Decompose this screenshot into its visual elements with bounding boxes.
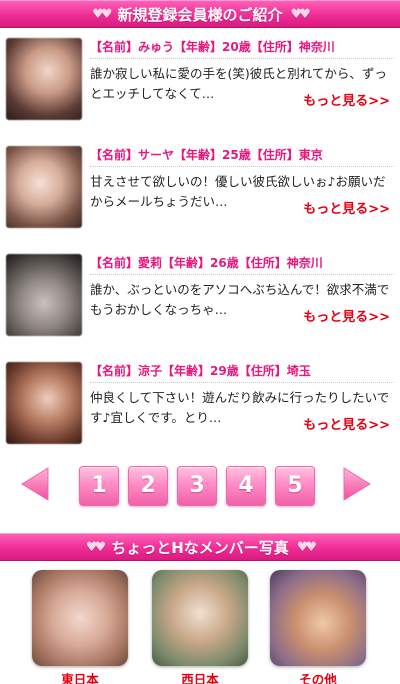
more-link[interactable]: もっと見る>> [303,198,390,217]
more-link[interactable]: もっと見る>> [303,90,390,109]
hearts-icon: ♥♥ [85,539,106,555]
member-profile: 【名前】愛莉【年齢】26歳【住所】神奈川 [90,256,323,270]
page-button-2[interactable]: 2 [128,466,168,506]
region-label-east[interactable]: 東日本 [32,669,128,684]
region-photo-other[interactable] [270,570,366,666]
hearts-icon: ♥♥ [290,6,311,22]
header-title: 新規登録会員様のご紹介 [117,5,283,24]
divider [90,382,394,383]
hearts-icon: ♥♥ [296,539,317,555]
divider [90,166,394,167]
arrow-left-icon[interactable] [20,466,50,502]
region-label-other[interactable]: その他 [270,669,366,684]
member-photo[interactable] [6,254,82,336]
photo-section-header: ♥♥ ちょっとHなメンバー写真 ♥♥ [0,533,400,561]
page-button-4[interactable]: 4 [226,466,266,506]
arrow-right-icon[interactable] [342,466,372,502]
member-card: 【名前】みゅう【年齢】20歳【住所】神奈川 誰か寂しい私に愛の手を(笑)彼氏と別… [0,38,400,146]
divider [90,274,394,275]
region-label-west[interactable]: 西日本 [152,669,248,684]
divider [90,58,394,59]
more-link[interactable]: もっと見る>> [303,414,390,433]
new-members-header: ♥♥ 新規登録会員様のご紹介 ♥♥ [0,0,400,28]
page-button-5[interactable]: 5 [275,466,315,506]
member-card: 【名前】涼子【年齢】29歳【住所】埼玉 仲良くして下さい！遊んだり飲みに行ったり… [0,362,400,470]
member-photo[interactable] [6,146,82,228]
member-card: 【名前】愛莉【年齢】26歳【住所】神奈川 誰か、ぶっといのをアソコへぶち込んで！… [0,254,400,362]
hearts-icon: ♥♥ [92,6,112,22]
member-photo[interactable] [6,38,82,120]
member-profile: 【名前】みゅう【年齢】20歳【住所】神奈川 [90,40,335,54]
member-photo[interactable] [6,362,82,444]
member-profile: 【名前】涼子【年齢】29歳【住所】埼玉 [90,364,311,378]
region-photo-west[interactable] [152,570,248,666]
pagination: 1 2 3 4 5 [0,462,400,508]
region-photo-east[interactable] [32,570,128,666]
member-profile: 【名前】サーヤ【年齢】25歳【住所】東京 [90,148,323,162]
more-link[interactable]: もっと見る>> [303,306,390,325]
photo-section-title: ちょっとHなメンバー写真 [111,538,289,557]
page-button-3[interactable]: 3 [177,466,217,506]
page-button-1[interactable]: 1 [79,466,119,506]
member-card: 【名前】サーヤ【年齢】25歳【住所】東京 甘えさせて欲しいの！優しい彼氏欲しいぉ… [0,146,400,254]
